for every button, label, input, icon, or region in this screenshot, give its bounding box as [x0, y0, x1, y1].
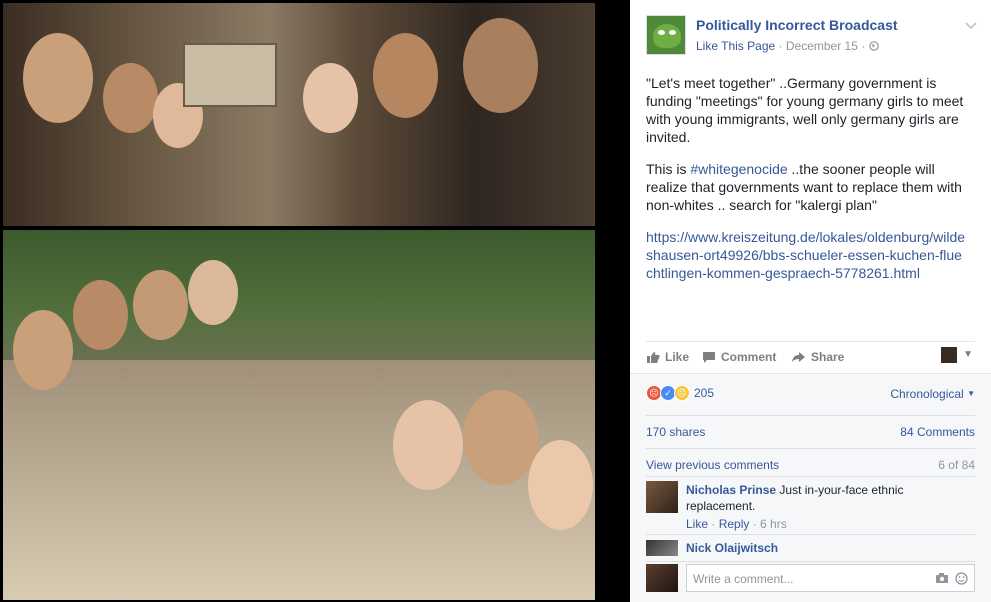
comment-item: Nick Olaijwitsch — [646, 534, 975, 561]
photo-figure — [528, 440, 593, 530]
photo-figure — [373, 33, 438, 118]
post-paragraph: https://www.kreiszeitung.de/lokales/olde… — [646, 228, 966, 282]
frog-face-icon — [653, 24, 681, 48]
post-date[interactable]: December 15 — [786, 39, 858, 53]
like-button[interactable]: Like — [646, 350, 689, 364]
feedback-section: ☹ ✓ ☹ 205 Chronological ▼ 170 shares 84 … — [630, 373, 991, 602]
photo-figure — [188, 260, 238, 325]
photo-figure — [303, 63, 358, 133]
photo-figure — [393, 400, 463, 490]
photo-figure — [133, 270, 188, 340]
post-actions: Like Comment Share ▼ — [646, 341, 975, 372]
commenter-name[interactable]: Nicholas Prinse — [686, 483, 776, 497]
post-photo-bottom[interactable] — [3, 230, 595, 600]
page-avatar[interactable] — [646, 15, 686, 55]
comment-sort-dropdown[interactable]: Chronological ▼ — [890, 387, 975, 401]
article-link[interactable]: https://www.kreiszeitung.de/lokales/olde… — [646, 229, 965, 281]
post-paragraph: This is #whitegenocide ..the sooner peop… — [646, 160, 966, 214]
like-page-link[interactable]: Like This Page — [696, 39, 775, 53]
view-previous-comments-link[interactable]: View previous comments — [646, 458, 779, 472]
chevron-down-icon[interactable] — [965, 19, 977, 30]
post-photo-top[interactable] — [3, 3, 595, 226]
comment-placeholder: Write a comment... — [693, 572, 794, 586]
commenter-avatar[interactable] — [646, 481, 678, 513]
globe-icon — [868, 39, 879, 53]
post-meta: Like This Page · December 15 · — [696, 39, 879, 53]
emoji-icon[interactable] — [955, 572, 968, 585]
thumbs-up-icon — [647, 351, 660, 363]
comment-input[interactable]: Write a comment... — [686, 564, 975, 592]
sad-icon: ☹ — [674, 385, 690, 401]
comment-position: 6 of 84 — [938, 458, 975, 472]
post-side-panel: Politically Incorrect Broadcast Like Thi… — [630, 0, 991, 602]
caret-down-icon[interactable]: ▼ — [963, 349, 973, 360]
share-label: Share — [811, 350, 845, 364]
page-name-link[interactable]: Politically Incorrect Broadcast — [696, 17, 898, 33]
comment-button[interactable]: Comment — [702, 350, 776, 364]
post-header: Politically Incorrect Broadcast Like Thi… — [646, 15, 977, 57]
photo-figure — [13, 310, 73, 390]
photo-figure — [73, 280, 128, 350]
comment-time[interactable]: 6 hrs — [760, 517, 787, 531]
commenter-avatar[interactable] — [646, 540, 678, 556]
speech-bubble-icon — [703, 351, 715, 363]
shares-link[interactable]: 170 shares — [646, 425, 705, 439]
photo-wall-sign — [183, 43, 277, 107]
post-photo-area[interactable] — [0, 0, 598, 601]
reaction-count: 205 — [694, 386, 715, 400]
photo-figure — [463, 18, 538, 113]
viewer-avatar[interactable] — [941, 347, 957, 363]
photo-figure — [103, 63, 158, 133]
post-text: "Let's meet together" ..Germany governme… — [646, 74, 966, 296]
share-arrow-icon — [792, 352, 805, 362]
commenter-name[interactable]: Nick Olaijwitsch — [686, 541, 778, 555]
composer-icons — [935, 572, 968, 585]
comment-body: Nick Olaijwitsch — [686, 540, 956, 556]
reactions-summary[interactable]: ☹ ✓ ☹ 205 — [646, 385, 714, 401]
like-label: Like — [665, 350, 690, 364]
comment-composer: Write a comment... — [646, 561, 975, 594]
photo-figure — [23, 33, 93, 123]
comment-body: Nicholas Prinse Just in-your-face ethnic… — [686, 482, 956, 514]
photo-figure — [463, 390, 538, 485]
eye-icon — [669, 30, 676, 35]
post-paragraph: "Let's meet together" ..Germany governme… — [646, 75, 964, 145]
meta-separator: · — [778, 39, 783, 53]
stats-row: 170 shares 84 Comments — [646, 415, 975, 446]
meta-separator: · — [861, 39, 866, 53]
caret-down-icon: ▼ — [967, 389, 975, 398]
sort-label: Chronological — [890, 387, 964, 401]
camera-icon[interactable] — [935, 572, 949, 584]
comment-item: Nicholas Prinse Just in-your-face ethnic… — [646, 476, 975, 535]
post-text-segment: This is — [646, 161, 691, 177]
eye-icon — [658, 30, 665, 35]
composer-avatar — [646, 564, 678, 592]
previous-comments-row: View previous comments 6 of 84 — [646, 448, 975, 477]
comment-label: Comment — [721, 350, 777, 364]
share-button[interactable]: Share — [791, 350, 844, 364]
comment-actions: Like · Reply · 6 hrs — [686, 517, 787, 531]
comments-count-link[interactable]: 84 Comments — [900, 425, 975, 439]
hashtag-link[interactable]: #whitegenocide — [690, 161, 787, 177]
comment-like-link[interactable]: Like — [686, 517, 708, 531]
comment-reply-link[interactable]: Reply — [719, 517, 750, 531]
